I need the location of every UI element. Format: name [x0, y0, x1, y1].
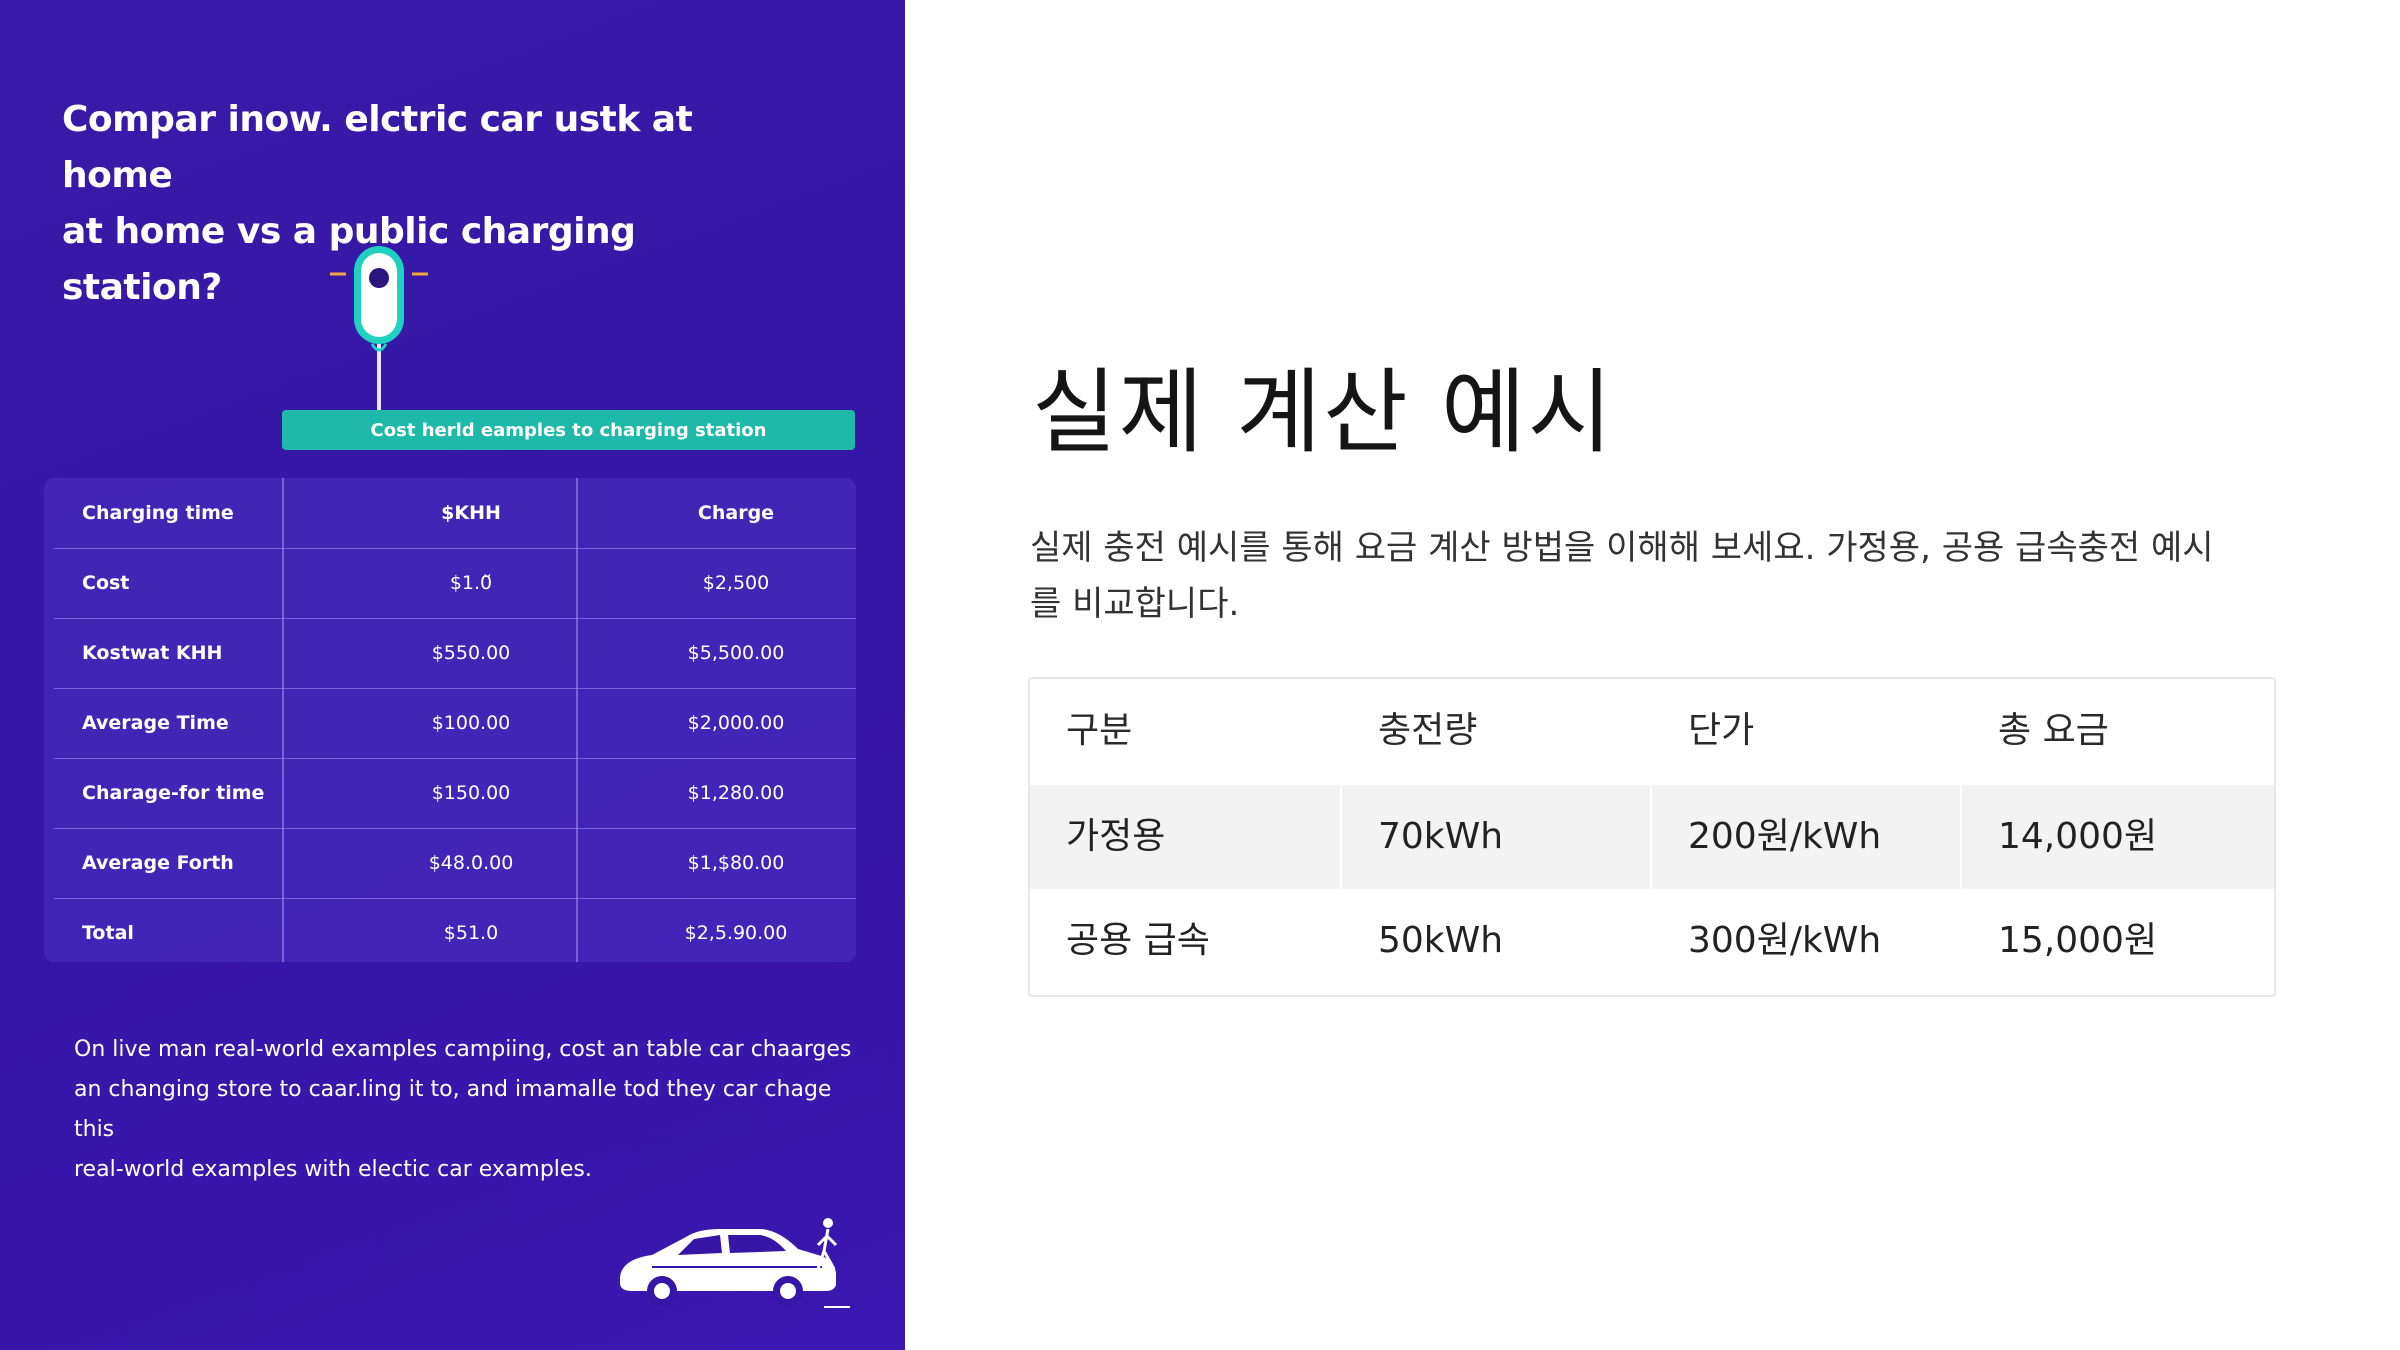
table-cell: 70kWh [1342, 785, 1650, 889]
description-line: an changing store to caar.ling it to, an… [74, 1077, 832, 1142]
cost-banner: Cost herld eamples to charging station [282, 410, 855, 450]
table-row: Kostwat KHH $550.00 $5,500.00 [54, 618, 856, 689]
table-cell: 50kWh [1378, 920, 1504, 961]
row-value: $2,5.90.00 [684, 922, 788, 944]
table-row: Charage-for time $150.00 $1,280.00 [54, 758, 856, 829]
row-value: $51.0 [443, 922, 499, 944]
header-cell: $KHH [441, 502, 501, 524]
row-value: $48.0.00 [428, 852, 514, 874]
table-cell: 15,000원 [1998, 920, 2158, 961]
header-cell: 총 요금 [1998, 710, 2109, 751]
row-value: $1,280.00 [687, 782, 785, 804]
table-cell: 공용 급속 [1066, 920, 1210, 961]
table-row: Average Forth $48.0.00 $1,$80.00 [54, 828, 856, 899]
header-cell: 단가 [1688, 710, 1755, 751]
slide-title: 실제 계산 예시 [1032, 359, 1615, 466]
description-line: real-world examples with electic car exa… [74, 1157, 592, 1182]
infographic-title-line1: Compar inow. elctric car ustk at home [62, 99, 693, 196]
row-value: $100.00 [431, 712, 511, 734]
infographic-panel: Compar inow. elctric car ustk at home at… [0, 0, 905, 1350]
table-row: 가정용 70kWh 200원/kWh 14,000원 [1030, 785, 2274, 889]
car-icon [620, 1218, 850, 1308]
row-value: $550.00 [431, 642, 511, 664]
row-value: $1,$80.00 [687, 852, 785, 874]
table-cell: 200원/kWh [1652, 785, 1960, 889]
header-cell: 구분 [1066, 710, 1133, 751]
row-label: Cost [82, 572, 130, 594]
table-cell: 가정용 [1030, 785, 1340, 889]
row-value: $5,500.00 [687, 642, 785, 664]
row-label: Average Time [82, 712, 229, 734]
calculation-table: 구분 충전량 단가 총 요금 가정용 70kWh 200원/kWh 14,000… [1028, 677, 2276, 997]
table-row: Cost $1.0̆ $2,500 [54, 548, 856, 619]
table-row: Average Time $100.00 $2,000.00 [54, 688, 856, 759]
header-cell: Charge [697, 502, 775, 524]
row-value: $150.00 [431, 782, 511, 804]
row-label: Charage-for time [82, 782, 265, 804]
table-header-row: Charging time $KHH Charge [54, 478, 856, 549]
row-value: $2,000.00 [687, 712, 785, 734]
header-cell: Charging time [82, 502, 234, 524]
cost-comparison-table: Charging time $KHH Charge Cost $1.0̆ $2,… [44, 478, 856, 962]
slide-description-line: 를 비교합니다. [1030, 584, 1240, 624]
row-value: $1.0̆ [449, 572, 493, 594]
table-cell: 14,000원 [1962, 785, 2274, 889]
row-value: $2,500 [702, 572, 770, 594]
slide-description: 실제 충전 예시를 통해 요금 계산 방법을 이해해 보세요. 가정용, 공용 … [1030, 520, 2280, 632]
row-label: Average Forth [82, 852, 234, 874]
row-label: Kostwat KHH [82, 642, 223, 664]
row-label: Total [82, 922, 134, 944]
table-cell: 300원/kWh [1688, 920, 1882, 961]
table-header-row: 구분 충전량 단가 총 요금 [1030, 679, 2274, 783]
header-cell: 충전량 [1378, 710, 1478, 751]
description-line: On live man real-world examples campiing… [74, 1037, 852, 1062]
ev-charger-icon [330, 246, 428, 410]
table-row: Total $51.0 $2,5.90.00 [54, 898, 856, 968]
infographic-description: On live man real-world examples campiing… [74, 1030, 854, 1190]
slide-description-line: 실제 충전 예시를 통해 요금 계산 방법을 이해해 보세요. 가정용, 공용 … [1030, 528, 2214, 568]
table-row: 공용 급속 50kWh 300원/kWh 15,000원 [1030, 889, 2274, 993]
